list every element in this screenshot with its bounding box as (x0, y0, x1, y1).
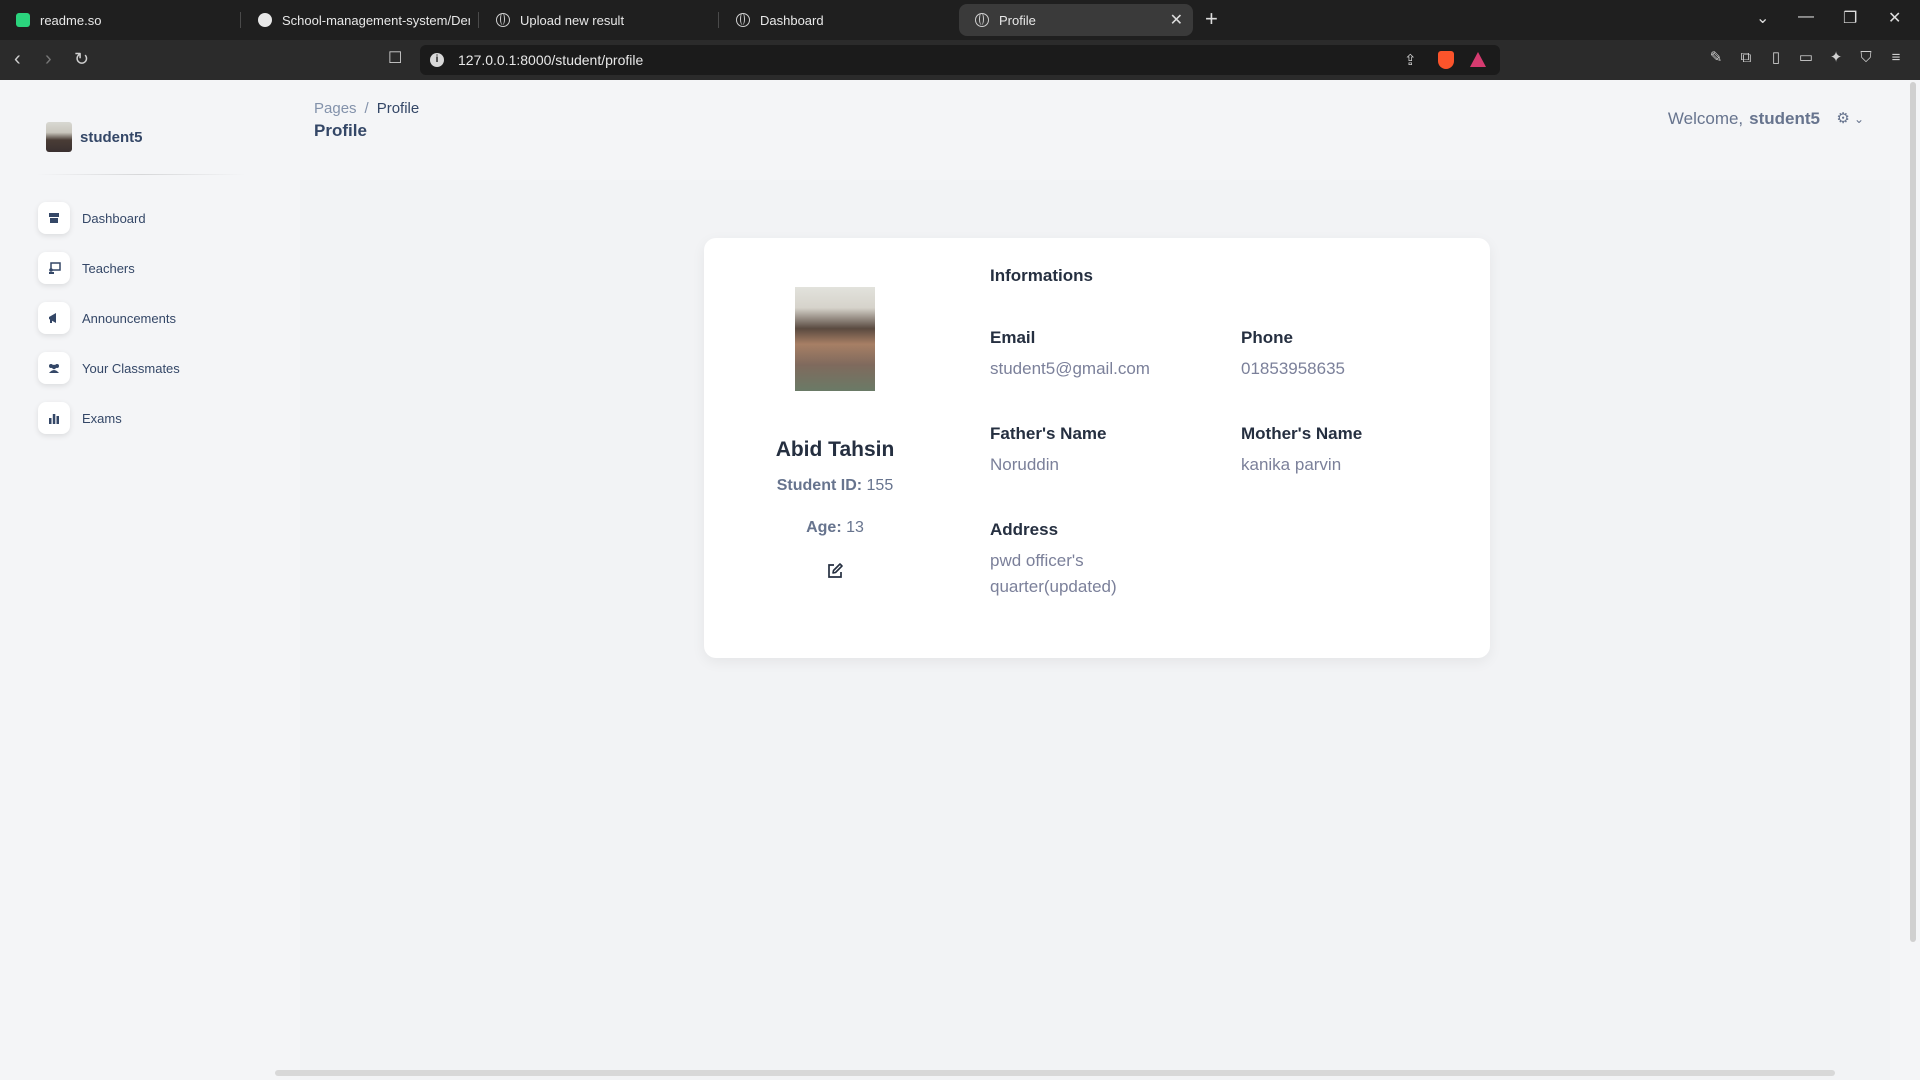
tab-dashboard[interactable]: Dashboard (720, 4, 956, 36)
profile-photo (795, 287, 875, 391)
student-id: Student ID: 155 (776, 477, 894, 494)
divider (36, 174, 246, 175)
share-icon[interactable]: ⇪ (1404, 51, 1417, 69)
url-text: 127.0.0.1:8000/student/profile (458, 52, 644, 68)
browser-toolbar: ‹ › ↻ ☐ i 127.0.0.1:8000/student/profile… (0, 40, 1920, 80)
extensions-icon[interactable]: ⧉ (1738, 50, 1754, 66)
address-bar[interactable]: i 127.0.0.1:8000/student/profile ⇪ (420, 45, 1500, 75)
sidebar-item-classmates[interactable]: Your Classmates (38, 351, 180, 385)
sidebar-item-teachers[interactable]: Teachers (38, 251, 135, 285)
sidebar-item-announcements[interactable]: Announcements (38, 301, 176, 335)
breadcrumb-current: Profile (376, 100, 420, 117)
vertical-scrollbar[interactable] (1910, 82, 1916, 942)
users-icon (38, 352, 70, 384)
github-icon (258, 13, 272, 27)
chalkboard-icon (38, 252, 70, 284)
tab-search-icon[interactable]: ⌄ (1756, 8, 1769, 28)
student-name: Abid Tahsin (775, 438, 895, 461)
menu-icon[interactable]: ≡ (1888, 50, 1904, 66)
father-name-value: Noruddin (990, 455, 1059, 474)
leo-ai-icon[interactable]: ✦ (1828, 50, 1844, 66)
megaphone-icon (38, 302, 70, 334)
address-label: Address (990, 520, 1059, 539)
chevron-down-icon: ⌄ (1853, 112, 1864, 126)
tab-upload-result[interactable]: Upload new result (480, 4, 716, 36)
welcome-username: student5 (1749, 109, 1820, 128)
bookmark-icon[interactable]: ☐ (388, 48, 402, 70)
globe-icon (736, 13, 750, 27)
edit-icon (828, 563, 843, 578)
gear-icon: ⚙ (1836, 110, 1850, 127)
sidebar-brand[interactable]: student5 (46, 122, 143, 152)
sidebar: student5 Dashboard Teachers Announcement… (0, 80, 270, 1080)
chart-bar-icon (38, 402, 70, 434)
sidebar-item-exams[interactable]: Exams (38, 401, 122, 435)
pen-icon[interactable]: ✎ (1708, 50, 1724, 66)
close-icon[interactable]: ✕ (1170, 10, 1183, 30)
restore-icon[interactable]: ❐ (1843, 8, 1857, 28)
email-label: Email (990, 328, 1036, 347)
avatar (46, 122, 72, 152)
vpn-icon[interactable]: ⛉ (1858, 50, 1874, 66)
tab-readme[interactable]: readme.so (0, 4, 240, 36)
settings-dropdown[interactable]: ⚙ ⌄ (1836, 109, 1864, 127)
tab-github[interactable]: School-management-system/Demo (242, 4, 478, 36)
minimize-icon[interactable]: — (1798, 8, 1814, 26)
wallet-icon[interactable]: ▭ (1798, 50, 1814, 66)
brave-shields-icon[interactable] (1438, 51, 1454, 69)
phone-label: Phone (1241, 328, 1293, 347)
welcome-text: Welcome, student5 (1667, 109, 1820, 128)
phone-value: 01853958635 (1241, 359, 1346, 378)
shop-icon (38, 202, 70, 234)
sidebar-item-dashboard[interactable]: Dashboard (38, 201, 146, 235)
globe-icon (975, 13, 989, 27)
page-title: Profile (314, 121, 367, 140)
horizontal-scrollbar[interactable] (275, 1070, 1835, 1076)
page: student5 Dashboard Teachers Announcement… (0, 80, 1920, 1080)
reload-icon[interactable]: ↻ (74, 48, 89, 70)
profile-card: Abid Tahsin Student ID: 155 Age: 13 Info… (704, 238, 1490, 658)
window-close-icon[interactable]: ✕ (1888, 8, 1901, 28)
father-name-label: Father's Name (990, 424, 1107, 443)
new-tab-button[interactable]: + (1205, 6, 1218, 32)
informations-title: Informations (990, 266, 1093, 285)
mother-name-value: kanika parvin (1241, 455, 1342, 474)
tab-profile[interactable]: Profile ✕ (959, 4, 1193, 36)
email-value: student5@gmail.com (990, 359, 1150, 378)
sidebar-toggle-icon[interactable]: ▯ (1768, 50, 1784, 66)
globe-icon (496, 13, 510, 27)
forward-icon[interactable]: › (45, 48, 52, 70)
mother-name-label: Mother's Name (1241, 424, 1363, 443)
edit-profile-button[interactable] (826, 562, 844, 580)
address-value: pwd officer's quarter(updated) (990, 551, 1117, 596)
breadcrumb: Pages / Profile (314, 100, 420, 117)
brave-rewards-icon[interactable] (1470, 52, 1486, 67)
breadcrumb-pages[interactable]: Pages (314, 100, 357, 117)
readme-icon (16, 13, 30, 27)
browser-tab-bar: readme.so School-management-system/Demo … (0, 0, 1920, 40)
student-age: Age: 13 (806, 519, 864, 536)
back-icon[interactable]: ‹ (14, 48, 21, 70)
site-info-icon[interactable]: i (430, 53, 444, 67)
